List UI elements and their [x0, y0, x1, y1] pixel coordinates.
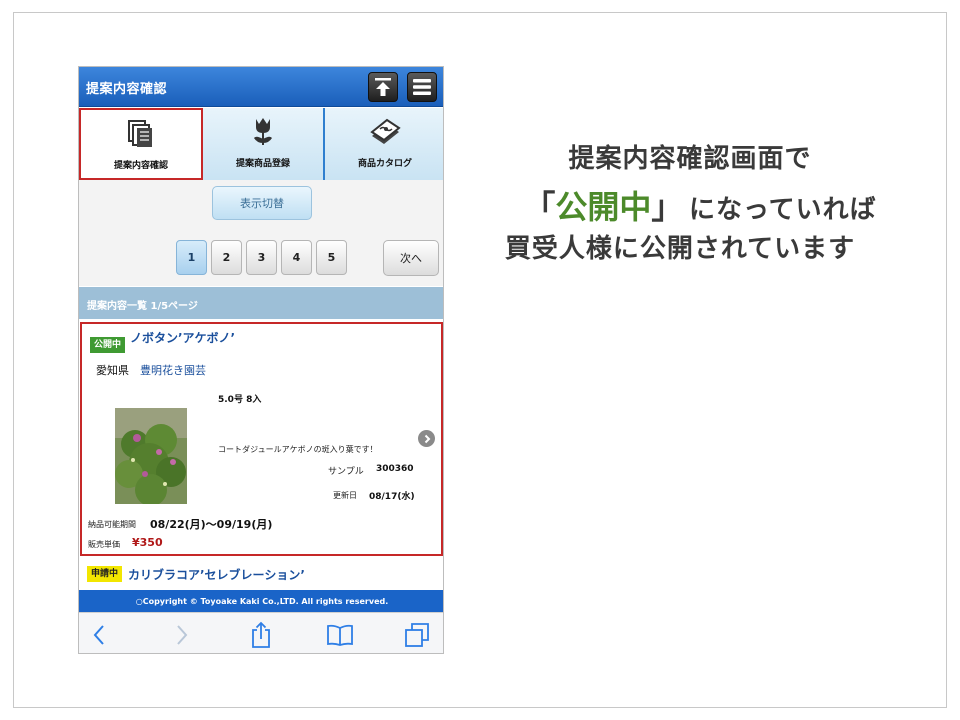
- bookmarks-button[interactable]: [326, 621, 354, 649]
- app-title: 提案内容確認: [86, 82, 168, 97]
- tulip-icon: [254, 118, 272, 145]
- delivery-period-label: 納品可能期間: [88, 520, 136, 529]
- tab-label: 提案商品登録: [235, 159, 290, 169]
- share-icon: [252, 621, 270, 648]
- updated-value: 08/17(水): [369, 492, 415, 502]
- price-value: ¥350: [132, 536, 163, 549]
- forward-icon: [177, 625, 188, 645]
- menu-button[interactable]: [407, 72, 437, 102]
- tab-product-register[interactable]: 提案商品登録: [203, 108, 325, 180]
- next-page-button[interactable]: 次へ: [383, 240, 439, 276]
- page-button-1[interactable]: 1: [176, 240, 207, 275]
- tab-label: 商品カタログ: [357, 159, 412, 169]
- item-description: コートダジュールアケボノの斑入り葉です！: [218, 445, 378, 454]
- status-badge-applying: 申請中: [87, 566, 123, 582]
- back-button[interactable]: [85, 621, 113, 649]
- hamburger-menu-icon: [413, 79, 431, 95]
- display-toggle-button[interactable]: 表示切替: [212, 186, 312, 220]
- forward-button[interactable]: [168, 621, 196, 649]
- delivery-period-value: 08/22(月)〜09/19(月): [150, 518, 273, 531]
- proposal-item-card[interactable]: 公開中 ノボタン’アケボノ’ 愛知県 豊明花き園芸 5.0号 8入 コートダジュ…: [80, 322, 443, 556]
- page-button-4[interactable]: 4: [281, 240, 312, 275]
- tab-product-catalog[interactable]: 商品カタログ: [325, 108, 443, 180]
- catalog-icon: [370, 118, 401, 144]
- updated-label: 更新日: [333, 491, 357, 500]
- copyright-footer: ○Copyright © Toyoake Kaki Co.,LTD. All r…: [79, 590, 443, 612]
- bookmarks-icon: [327, 624, 353, 646]
- phone-screen: 提案内容確認 提案内容確認 提案商品登録 商品カタログ 表示切替 1 2 3 4…: [78, 66, 444, 654]
- caption-highlight: 公開中: [555, 188, 652, 226]
- chevron-right-icon[interactable]: [418, 430, 435, 447]
- app-header: 提案内容確認: [79, 67, 443, 107]
- list-header: 提案内容一覧 1/5ページ: [79, 287, 443, 319]
- documents-icon: [128, 120, 152, 147]
- item-name: ノボタン’アケボノ’: [130, 331, 236, 345]
- proposal-item-card[interactable]: 申請中 カリブラコア’セレブレーション’: [79, 558, 443, 590]
- sample-label: サンプル: [328, 467, 364, 477]
- caption-line-3: 買受人様に公開されています: [504, 234, 856, 264]
- plant-photo-image: [115, 408, 187, 504]
- tab-proposal-confirm[interactable]: 提案内容確認: [79, 108, 203, 180]
- scroll-top-button[interactable]: [368, 72, 398, 102]
- price-label: 販売単価: [88, 540, 120, 549]
- page-button-5[interactable]: 5: [316, 240, 347, 275]
- item-size: 5.0号 8入: [218, 395, 262, 405]
- item-vendor: 豊明花き園芸: [140, 364, 206, 377]
- caption-bracket-open: 「: [523, 188, 556, 226]
- page-button-2[interactable]: 2: [211, 240, 242, 275]
- item-name: カリブラコア’セレブレーション’: [128, 568, 305, 582]
- caption-line-2: 「公開中」 になっていれば: [470, 182, 930, 228]
- tabs-icon: [405, 623, 429, 647]
- controls-area: 表示切替 1 2 3 4 5 次へ: [79, 180, 443, 286]
- share-button[interactable]: [247, 621, 275, 649]
- browser-toolbar: [79, 612, 443, 653]
- item-prefecture: 愛知県: [96, 364, 129, 377]
- status-badge-public: 公開中: [90, 337, 126, 353]
- page-button-3[interactable]: 3: [246, 240, 277, 275]
- tabs-button[interactable]: [403, 621, 431, 649]
- main-tabs: 提案内容確認 提案商品登録 商品カタログ: [79, 108, 443, 180]
- caption-bracket-close: 」: [651, 188, 684, 226]
- tab-label: 提案内容確認: [113, 161, 168, 171]
- caption-line-2-rest: になっていれば: [688, 195, 877, 225]
- item-photo: [115, 408, 187, 504]
- caption-line-1: 提案内容確認画面で: [568, 144, 812, 174]
- arrow-up-to-top-icon: [375, 78, 391, 96]
- back-icon: [93, 625, 104, 645]
- sample-number: 300360: [376, 464, 414, 474]
